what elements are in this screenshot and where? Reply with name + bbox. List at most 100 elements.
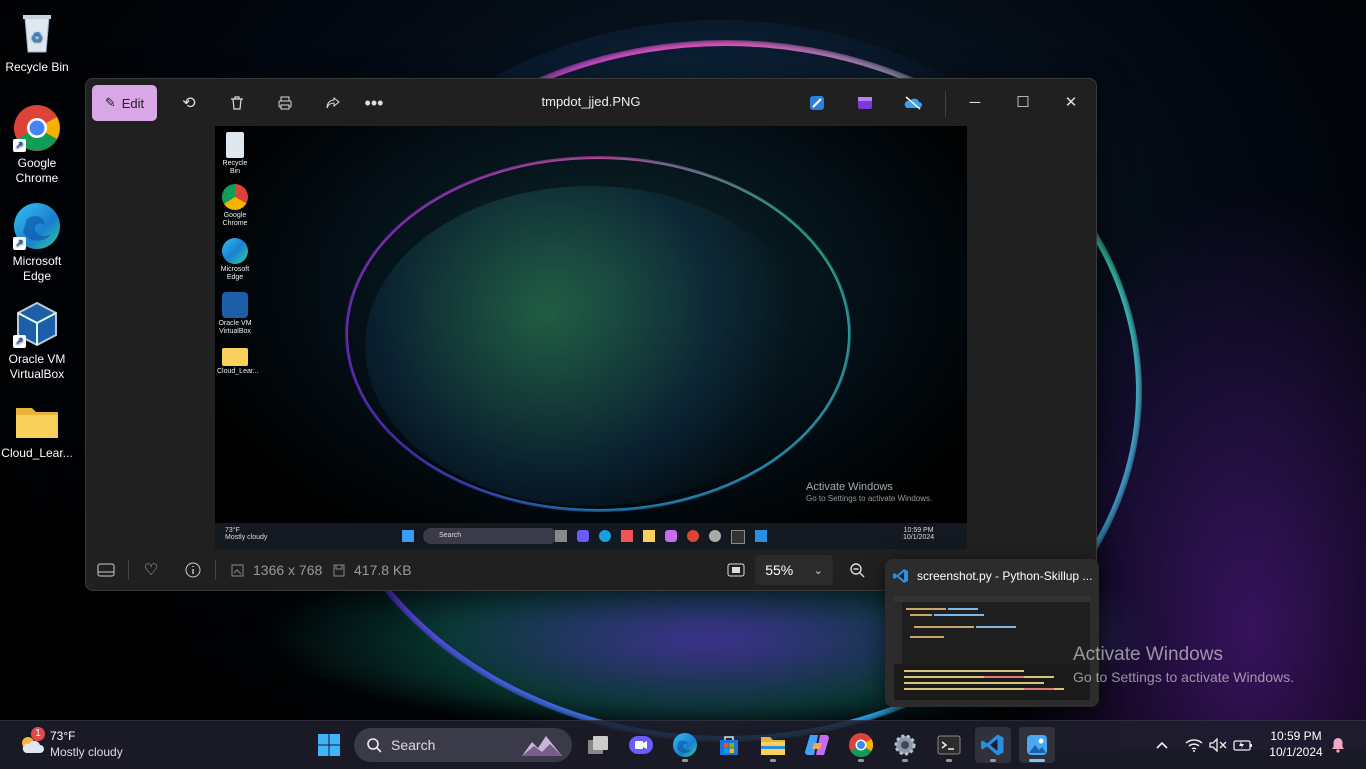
favorite-button[interactable]: ♡	[139, 550, 163, 590]
copilot-icon	[805, 735, 829, 755]
desktop-icon-virtualbox[interactable]: ↗ Oracle VM VirtualBox	[0, 300, 74, 382]
notifications-button[interactable]	[1328, 727, 1348, 763]
onedrive-button[interactable]	[895, 85, 931, 121]
file-size-icon	[331, 550, 347, 590]
preview-icon-recycle-bin: Recycle Bin	[217, 132, 253, 176]
preview-icon-edge: Microsoft Edge	[217, 238, 253, 282]
desktop-icon-recycle-bin[interactable]: ♻ Recycle Bin	[0, 8, 74, 75]
zoom-out-icon	[850, 563, 865, 578]
image-size-icon	[228, 550, 246, 590]
maximize-icon: ☐	[1016, 94, 1030, 111]
taskbar-copilot[interactable]	[799, 727, 835, 763]
designer-button[interactable]	[799, 85, 835, 121]
show-hidden-icons-button[interactable]	[1152, 727, 1172, 763]
virtualbox-icon: ↗	[13, 300, 61, 348]
clock[interactable]: 10:59 PM 10/1/2024	[1262, 728, 1330, 760]
taskbar-edge[interactable]	[667, 727, 703, 763]
desktop-icon-label: Microsoft Edge	[12, 254, 62, 283]
volume-muted-icon	[1209, 738, 1227, 752]
gear-icon	[894, 734, 916, 756]
taskbar-search[interactable]: Search	[354, 728, 572, 762]
heart-icon: ♡	[143, 562, 159, 579]
taskbar-thumbnail-preview[interactable]: screenshot.py - Python-Skillup ...	[885, 559, 1099, 707]
vscode-icon	[893, 569, 908, 583]
file-info-button[interactable]	[181, 550, 205, 590]
file-size: 417.8 KB	[354, 562, 412, 578]
image-dimensions: 1366 x 768	[253, 562, 323, 578]
taskbar-settings[interactable]	[887, 727, 923, 763]
fit-screen-icon	[727, 563, 745, 577]
chrome-icon	[849, 733, 874, 758]
preview-icon-virtualbox: Oracle VM VirtualBox	[217, 292, 253, 336]
desktop-icon-label: Recycle Bin	[5, 60, 69, 74]
info-icon	[185, 562, 201, 578]
clipchamp-icon	[858, 97, 872, 109]
desktop-icon-folder[interactable]: Cloud_Lear...	[0, 402, 74, 461]
folder-icon	[13, 402, 61, 442]
store-icon	[720, 736, 738, 755]
preview-icon-folder: Cloud_Lear...	[217, 348, 259, 376]
volume-button[interactable]	[1206, 727, 1230, 763]
wifi-icon	[1185, 739, 1203, 752]
weather-widget[interactable]: 1 73°F Mostly cloudy	[14, 727, 154, 763]
taskbar-task-view[interactable]	[580, 727, 616, 763]
preview-icon-chrome: Google Chrome	[217, 184, 253, 228]
photos-icon	[1027, 735, 1047, 755]
start-button[interactable]	[311, 727, 347, 763]
filmstrip-button[interactable]	[94, 550, 118, 590]
taskbar-photos[interactable]	[1019, 727, 1055, 763]
taskbar-terminal[interactable]	[931, 727, 967, 763]
chevron-up-icon	[1156, 741, 1168, 749]
fit-to-window-button[interactable]	[724, 550, 748, 590]
edge-icon	[673, 733, 697, 757]
zoom-dropdown[interactable]: 55% ⌄	[755, 555, 833, 585]
taskbar-meet[interactable]	[623, 727, 659, 763]
meet-now-icon	[629, 736, 653, 754]
designer-icon	[810, 96, 824, 110]
taskbar-vscode[interactable]	[975, 727, 1011, 763]
chevron-down-icon: ⌄	[813, 564, 823, 577]
minimize-button[interactable]: ─	[951, 79, 999, 125]
photos-window: ✎ Edit ⟲ ••• tmpdot_jjed.PNG ─ ☐ ✕ Recyc…	[85, 78, 1097, 591]
terminal-icon	[937, 735, 961, 755]
weather-temp: 73°F	[50, 729, 76, 743]
desktop-icon-label: Cloud_Lear...	[1, 446, 73, 460]
minimize-icon: ─	[969, 93, 981, 111]
activate-windows-title: Activate Windows	[1073, 644, 1223, 665]
windows-logo-icon	[318, 734, 340, 756]
notification-badge: 1	[31, 727, 45, 741]
maximize-button[interactable]: ☐	[999, 79, 1047, 125]
desktop-icon-label: Oracle VM VirtualBox	[8, 352, 66, 381]
close-button[interactable]: ✕	[1047, 79, 1095, 125]
search-icon	[367, 738, 382, 753]
weather-desc: Mostly cloudy	[50, 745, 123, 759]
wifi-button[interactable]	[1182, 727, 1206, 763]
taskbar-chrome[interactable]	[843, 727, 879, 763]
svg-text:♻: ♻	[31, 29, 44, 45]
battery-charging-icon	[1233, 740, 1252, 751]
thumbnail-window-preview	[894, 596, 1090, 700]
desktop-icon-label: Google Chrome	[15, 156, 59, 185]
taskbar-store[interactable]	[711, 727, 747, 763]
zoom-out-button[interactable]	[845, 550, 869, 590]
desktop-icon-chrome[interactable]: ↗ Google Chrome	[0, 104, 74, 186]
file-explorer-icon	[761, 737, 785, 755]
battery-button[interactable]	[1230, 727, 1256, 763]
search-placeholder: Search	[391, 737, 436, 753]
activate-windows-subtitle: Go to Settings to activate Windows.	[1073, 669, 1294, 685]
clipchamp-button[interactable]	[847, 85, 883, 121]
recycle-bin-icon: ♻	[13, 8, 61, 56]
close-icon: ✕	[1064, 94, 1078, 111]
clock-date: 10/1/2024	[1269, 745, 1323, 759]
search-highlight-image	[522, 736, 562, 756]
bell-icon	[1332, 738, 1344, 753]
desktop-icon-edge[interactable]: ↗ Microsoft Edge	[0, 202, 74, 284]
onedrive-off-icon	[904, 96, 922, 110]
taskbar-file-explorer[interactable]	[755, 727, 791, 763]
vscode-icon	[981, 734, 1004, 756]
taskbar: 1 73°F Mostly cloudy Search 10:59 PM 10/…	[0, 720, 1366, 769]
image-preview[interactable]: Recycle Bin Google Chrome Microsoft Edge…	[215, 126, 967, 549]
photos-titlebar: ✎ Edit ⟲ ••• tmpdot_jjed.PNG ─ ☐ ✕	[86, 79, 1096, 125]
clock-time: 10:59 PM	[1270, 729, 1322, 743]
filmstrip-icon	[97, 563, 115, 577]
